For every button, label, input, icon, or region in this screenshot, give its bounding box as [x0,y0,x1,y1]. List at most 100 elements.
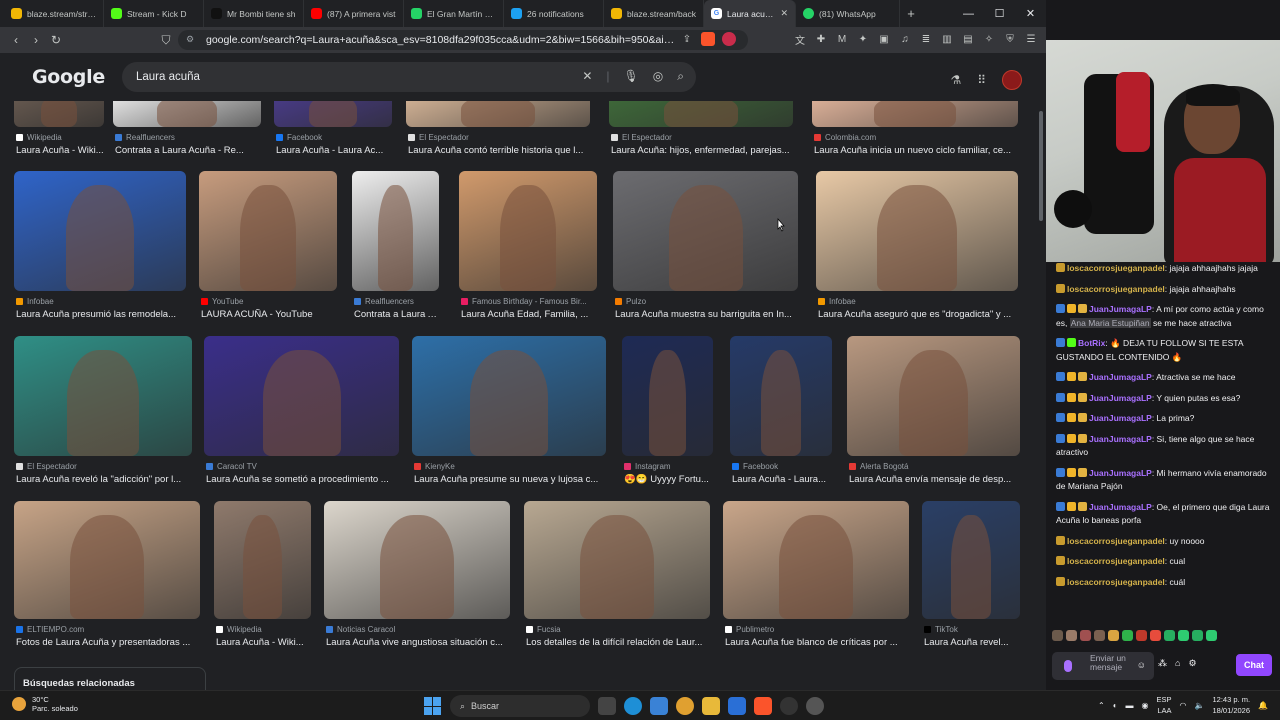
app-icon[interactable] [806,697,824,715]
chat-username[interactable]: loscacorrosjueganpadel [1067,536,1165,546]
result-caption[interactable]: Fotos de Laura Acuña y presentadoras ... [16,637,202,648]
tray-app-icon[interactable]: ◐ [1113,701,1118,710]
image-result[interactable]: Famous Birthday - Famous Bir... Laura Acu… [459,171,597,343]
result-thumbnail[interactable] [609,101,793,127]
result-caption[interactable]: 😍😁 Uyyyy Fortu... [624,474,715,485]
extension-icon[interactable]: ✚ [814,32,828,46]
image-result[interactable]: Realfluencers Contrata a Laura A... [352,171,441,343]
result-source[interactable]: El Espectador [16,462,194,471]
tab-item[interactable]: Mr Bombi tiene sh [204,0,304,27]
new-tab-button[interactable]: + [900,6,922,21]
page-scrollbar[interactable] [1036,101,1046,690]
result-thumbnail[interactable] [922,501,1020,619]
wifi-icon[interactable]: ◠ [1180,701,1187,710]
image-result[interactable]: Infobae Laura Acuña presumió las remodela… [14,171,186,343]
result-thumbnail[interactable] [14,101,104,127]
task-view-icon[interactable] [598,697,616,715]
chat-username[interactable]: JuanJumagaLP [1089,502,1152,512]
result-caption[interactable]: Laura Acuña vive angustiosa situación c.… [326,637,512,648]
result-thumbnail[interactable] [14,171,186,291]
result-thumbnail[interactable] [204,336,399,456]
image-result[interactable]: KienyKe Laura Acuña presume su nueva y lu… [412,336,606,508]
language-variant[interactable]: LAA [1157,705,1171,716]
media-icon[interactable]: ♫ [898,32,912,46]
result-caption[interactable]: Contrata a Laura Acuña - Re... [115,145,263,156]
result-thumbnail[interactable] [459,171,597,291]
result-caption[interactable]: Laura Acuña reveló la "adicción" por l..… [16,474,194,485]
notification-icon[interactable]: 🔔 [1258,701,1268,710]
result-source[interactable]: Wikipedia [16,133,106,142]
back-icon[interactable]: ‹ [6,33,26,47]
result-source[interactable]: Noticias Caracol [326,625,512,634]
image-result[interactable]: Wikipedia Laura Acuña - Wiki... [214,501,311,671]
image-result[interactable]: YouTube LAURA ACUÑA - YouTube [199,171,337,343]
chat-username[interactable]: JuanJumagaLP [1089,468,1152,478]
result-source[interactable]: Realfluencers [115,133,263,142]
chat-username[interactable]: loscacorrosjueganpadel [1067,556,1165,566]
result-source[interactable]: El Espectador [611,133,795,142]
tab-item[interactable]: blaze.stream/back [604,0,704,27]
tray-app2-icon[interactable]: ▬ [1126,701,1134,710]
result-caption[interactable]: Los detalles de la difícil relación de L… [526,637,712,648]
result-source[interactable]: El Espectador [408,133,592,142]
close-window-button[interactable]: ✕ [1015,0,1046,27]
tab-active[interactable]: G Laura acuña - ✕ [704,0,796,27]
image-result[interactable]: Facebook Laura Acuña - Laura... [730,336,832,508]
emote-bar[interactable] [1052,630,1217,641]
forward-icon[interactable]: › [26,33,46,47]
google-logo[interactable]: Google [32,66,105,88]
result-source[interactable]: Infobae [16,297,188,306]
image-result[interactable]: Alerta Bogotá Laura Acuña envía mensaje d… [847,336,1020,508]
search-input[interactable]: Laura acuña [136,71,200,83]
result-caption[interactable]: Laura Acuña - Laura Ac... [276,145,394,156]
chat-username[interactable]: BotRix [1078,338,1105,348]
result-caption[interactable]: Laura Acuña presume su nueva y lujosa c.… [414,474,608,485]
obs-icon[interactable] [780,697,798,715]
result-source[interactable]: Colombia.com [814,133,1020,142]
taskbar-search[interactable]: ⌕ Buscar [450,695,590,717]
result-source[interactable]: Publimetro [725,625,911,634]
photos-icon[interactable] [650,697,668,715]
result-caption[interactable]: Laura Acuña contó terrible historia que … [408,145,592,156]
result-caption[interactable]: Laura Acuña se sometió a procedimiento .… [206,474,401,485]
image-result[interactable]: Instagram 😍😁 Uyyyy Fortu... [622,336,713,508]
sidebar-icon[interactable]: ▥ [940,32,954,46]
vpn-icon[interactable]: ⛨ [1003,32,1017,46]
chat-send-button[interactable]: Chat [1236,654,1272,676]
result-caption[interactable]: Laura Acuña: hijos, enfermedad, parejas.… [611,145,795,156]
result-caption[interactable]: Laura Acuña - Wiki... [216,637,313,648]
image-result[interactable]: Wikipedia Laura Acuña - Wiki... [14,101,104,179]
tab-whatsapp[interactable]: (81) WhatsApp [796,0,900,27]
result-caption[interactable]: Laura Acuña envía mensaje de desp... [849,474,1022,485]
tab-item[interactable]: Stream - Kick D [104,0,204,27]
image-result[interactable]: Facebook Laura Acuña - Laura Ac... [274,101,392,179]
result-thumbnail[interactable] [723,501,909,619]
result-source[interactable]: Fucsia [526,625,712,634]
result-source[interactable]: ELTIEMPO.com [16,625,202,634]
result-thumbnail[interactable] [812,101,1018,127]
file-explorer-icon[interactable] [702,697,720,715]
tab-item[interactable]: 26 notifications [504,0,604,27]
result-thumbnail[interactable] [622,336,713,456]
search-icon[interactable]: ⌕ [677,69,684,84]
result-source[interactable]: Caracol TV [206,462,401,471]
gear-icon[interactable]: ⚙ [1188,658,1196,669]
clock-time[interactable]: 12:43 p. m. [1212,694,1251,705]
image-result[interactable]: TikTok Laura Acuña revel... [922,501,1020,671]
image-result[interactable]: Fucsia Los detalles de la difícil relació… [524,501,710,671]
voice-search-icon[interactable]: 🎙 [624,69,639,84]
apps-grid-icon[interactable]: ⠿ [977,73,986,87]
result-source[interactable]: Instagram [624,462,715,471]
image-result[interactable]: Colombia.com Laura Acuña inicia un nuevo … [812,101,1018,179]
volume-icon[interactable]: 🔈 [1195,701,1205,710]
tab-item[interactable]: El Gran Martín Eliz [404,0,504,27]
weather-widget[interactable]: 30°C Parc. soleado [12,695,78,713]
tab-item[interactable]: blaze.stream/strea [4,0,104,27]
result-thumbnail[interactable] [113,101,261,127]
minimize-button[interactable]: — [953,0,984,27]
result-source[interactable]: Alerta Bogotá [849,462,1022,471]
result-caption[interactable]: Laura Acuña muestra su barriguita en In.… [615,309,800,320]
result-caption[interactable]: Laura Acuña fue blanco de críticas por .… [725,637,911,648]
chrome-icon[interactable] [676,697,694,715]
result-thumbnail[interactable] [406,101,590,127]
